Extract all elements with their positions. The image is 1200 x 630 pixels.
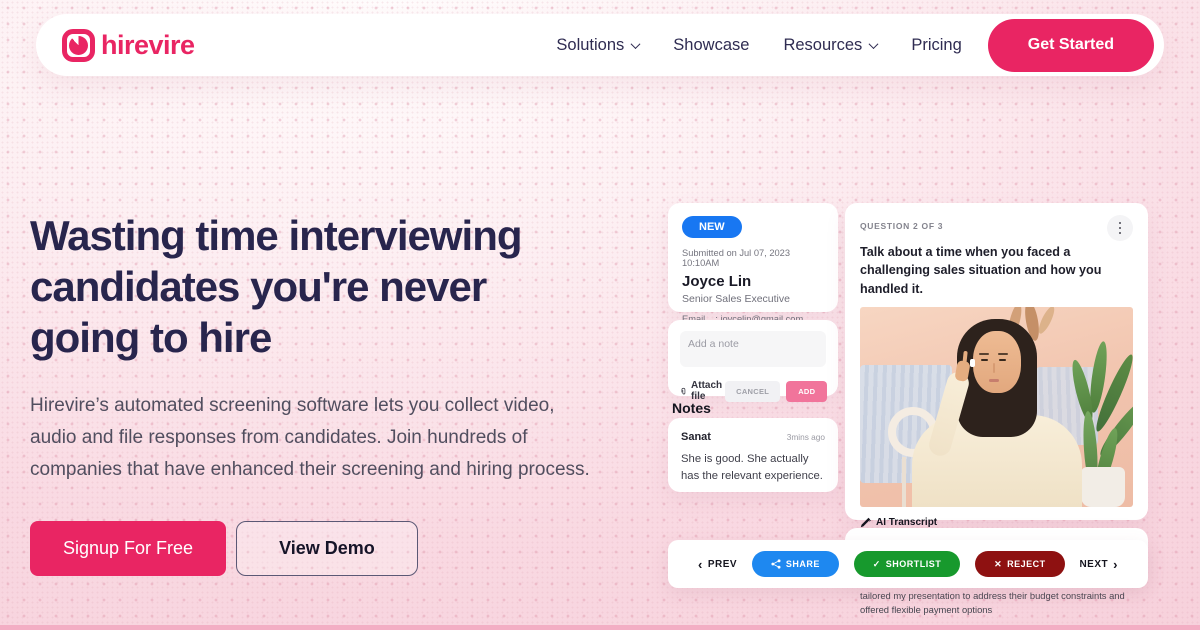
chevron-down-icon (869, 39, 879, 49)
candidate-name: Joyce Lin (682, 273, 824, 290)
brand-logo[interactable]: hirevire (62, 29, 195, 62)
note-timestamp: 3mins ago (787, 432, 825, 442)
add-button[interactable]: ADD (786, 381, 827, 402)
nav-item-resources[interactable]: Resources (783, 36, 877, 55)
ai-transcript-label: AI Transcript (876, 517, 937, 528)
signup-free-button[interactable]: Signup For Free (30, 521, 226, 576)
hero-description: Hirevire’s automated screening software … (30, 390, 590, 486)
question-card: QUESTION 2 OF 3 Talk about a time when y… (845, 203, 1148, 520)
prev-button[interactable]: ‹ PREV (698, 558, 737, 571)
ai-pen-icon (860, 517, 871, 528)
add-note-input[interactable] (680, 331, 826, 367)
nav-item-showcase[interactable]: Showcase (673, 36, 749, 55)
note-author: Sanat (681, 431, 711, 443)
navbar: hirevire Solutions Showcase Resources Pr… (36, 14, 1164, 76)
notes-heading: Notes (672, 400, 711, 416)
chevron-right-icon: › (1113, 558, 1118, 571)
submitted-timestamp: Submitted on Jul 07, 2023 10:10AM (682, 248, 824, 268)
view-demo-button[interactable]: View Demo (236, 521, 418, 576)
hero-buttons: Signup For Free View Demo (30, 521, 605, 576)
question-progress-label: QUESTION 2 OF 3 (860, 221, 943, 231)
share-icon (771, 559, 781, 569)
note-item: Sanat 3mins ago She is good. She actuall… (668, 418, 838, 492)
review-action-bar: ‹ PREV SHARE ✓ SHORTLIST ✕ REJECT NEXT › (668, 540, 1148, 588)
question-text: Talk about a time when you faced a chall… (860, 243, 1140, 298)
share-button[interactable]: SHARE (752, 551, 839, 577)
check-icon: ✓ (873, 560, 881, 569)
nav-links: Solutions Showcase Resources Pricing (556, 36, 961, 55)
candidate-video-frame[interactable] (860, 307, 1133, 507)
chevron-left-icon: ‹ (698, 558, 703, 571)
page-bottom-strip (0, 625, 1200, 630)
kebab-menu-icon[interactable] (1107, 215, 1133, 241)
chevron-down-icon (631, 39, 641, 49)
hirevire-logo-icon (62, 29, 95, 62)
hero-section: Wasting time interviewing candidates you… (30, 210, 605, 576)
nav-item-solutions[interactable]: Solutions (556, 36, 639, 55)
note-actions: Attach file CANCEL ADD (680, 380, 826, 402)
cancel-button[interactable]: CANCEL (725, 381, 780, 402)
attach-file-button[interactable]: Attach file (680, 380, 725, 402)
candidate-card: NEW Submitted on Jul 07, 2023 10:10AM Jo… (668, 203, 838, 312)
nav-item-pricing[interactable]: Pricing (911, 36, 961, 55)
get-started-button[interactable]: Get Started (988, 19, 1154, 72)
shortlist-button[interactable]: ✓ SHORTLIST (854, 551, 961, 577)
reject-button[interactable]: ✕ REJECT (975, 551, 1065, 577)
candidate-role: Senior Sales Executive (682, 293, 824, 305)
new-badge: NEW (682, 216, 742, 238)
x-icon: ✕ (994, 560, 1002, 569)
paperclip-icon (680, 386, 687, 397)
brand-name: hirevire (101, 30, 195, 61)
note-text: She is good. She actually has the releva… (681, 451, 825, 485)
earbud-decor (970, 359, 975, 367)
note-composer-card: Attach file CANCEL ADD (668, 320, 838, 396)
hero-title: Wasting time interviewing candidates you… (30, 210, 605, 364)
next-button[interactable]: NEXT › (1079, 558, 1118, 571)
